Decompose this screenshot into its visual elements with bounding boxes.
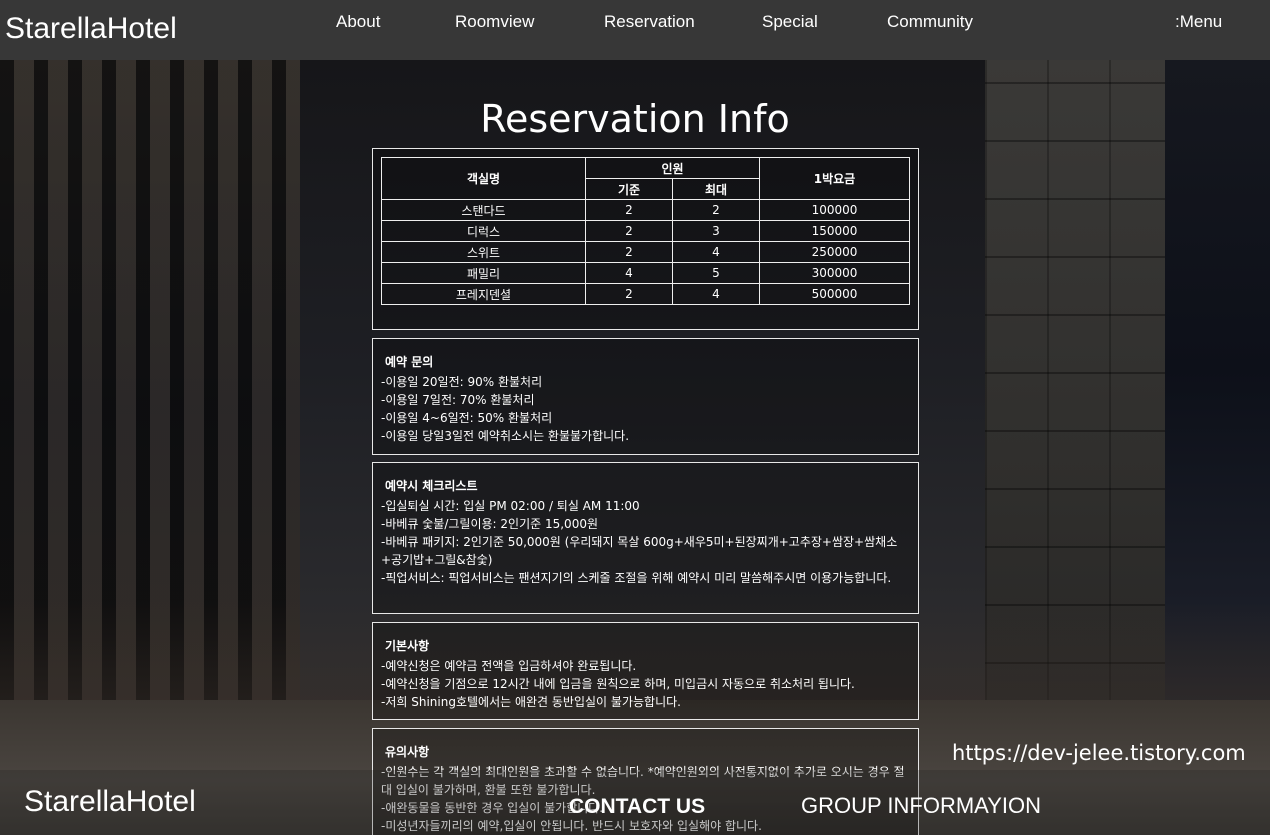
room-name: 프레지덴셜 (381, 283, 586, 305)
watermark-url: https://dev-jelee.tistory.com (952, 741, 1246, 765)
base-count: 2 (585, 199, 673, 221)
room-name: 디럭스 (381, 220, 586, 242)
max-count: 4 (672, 241, 760, 263)
header-room: 객실명 (381, 157, 586, 200)
footer-contact-link[interactable]: CONTACT US (569, 795, 705, 819)
section-line: -예약신청을 기점으로 12시간 내에 입금을 원칙으로 하며, 미입금시 자동… (381, 677, 855, 691)
section-line: -입실퇴실 시간: 입실 PM 02:00 / 퇴실 AM 11:00 (381, 499, 640, 513)
base-count: 2 (585, 241, 673, 263)
footer-group-info-link[interactable]: GROUP INFORMAYION (801, 793, 1041, 819)
room-name: 스위트 (381, 241, 586, 263)
section-line: -이용일 4~6일전: 50% 환불처리 (381, 411, 553, 425)
table-row: 스위트 2 4 250000 (381, 241, 910, 263)
section-line: -바베큐 숯불/그릴이용: 2인기준 15,000원 (381, 517, 599, 531)
max-count: 4 (672, 283, 760, 305)
max-count: 3 (672, 220, 760, 242)
section-line: -예약신청은 예약금 전액을 입금하셔야 완료됩니다. (381, 659, 637, 673)
refund-policy-box: 예약 문의 -이용일 20일전: 90% 환불처리 -이용일 7일전: 70% … (372, 338, 919, 455)
section-line: -저희 Shining호텔에서는 애완견 동반입실이 불가능합니다. (381, 695, 681, 709)
nav-about[interactable]: About (336, 12, 380, 32)
base-count: 4 (585, 262, 673, 284)
nav-reservation[interactable]: Reservation (604, 12, 695, 32)
base-count: 2 (585, 283, 673, 305)
nightly-price: 300000 (759, 262, 910, 284)
table-row: 패밀리 4 5 300000 (381, 262, 910, 284)
top-navigation-bar: StarellaHotel About Roomview Reservation… (0, 0, 1270, 60)
nav-community[interactable]: Community (887, 12, 973, 32)
section-body: -예약신청은 예약금 전액을 입금하셔야 완료됩니다. -예약신청을 기점으로 … (381, 657, 911, 711)
base-count: 2 (585, 220, 673, 242)
nightly-price: 100000 (759, 199, 910, 221)
section-title: 유의사항 (385, 745, 430, 759)
header-price: 1박요금 (759, 157, 910, 200)
checklist-box: 예약시 체크리스트 -입실퇴실 시간: 입실 PM 02:00 / 퇴실 AM … (372, 462, 919, 614)
header-base: 기준 (585, 178, 673, 200)
footer-brand[interactable]: StarellaHotel (24, 785, 196, 819)
brand-logo[interactable]: StarellaHotel (5, 12, 177, 46)
nightly-price: 500000 (759, 283, 910, 305)
nightly-price: 250000 (759, 241, 910, 263)
nightly-price: 150000 (759, 220, 910, 242)
table-row: 프레지덴셜 2 4 500000 (381, 283, 910, 305)
max-count: 2 (672, 199, 760, 221)
room-name: 패밀리 (381, 262, 586, 284)
rate-table: 객실명 인원 1박요금 기준 최대 스탠다드 2 2 100000 디럭스 2 … (381, 157, 910, 305)
section-line: -바베큐 패키지: 2인기준 50,000원 (우리돼지 목살 600g+새우5… (381, 535, 898, 567)
room-name: 스탠다드 (381, 199, 586, 221)
basics-box: 기본사항 -예약신청은 예약금 전액을 입금하셔야 완료됩니다. -예약신청을 … (372, 622, 919, 720)
max-count: 5 (672, 262, 760, 284)
section-title: 기본사항 (385, 639, 430, 653)
nav-special[interactable]: Special (762, 12, 818, 32)
section-line: -픽업서비스: 픽업서비스는 팬션지기의 스케줄 조절을 위해 예약시 미리 말… (381, 571, 892, 585)
section-body: -입실퇴실 시간: 입실 PM 02:00 / 퇴실 AM 11:00 -바베큐… (381, 497, 911, 587)
section-body: -이용일 20일전: 90% 환불처리 -이용일 7일전: 70% 환불처리 -… (381, 373, 911, 445)
section-title: 예약시 체크리스트 (385, 479, 478, 493)
header-max: 최대 (672, 178, 760, 200)
section-line: -이용일 7일전: 70% 환불처리 (381, 393, 535, 407)
table-row: 디럭스 2 3 150000 (381, 220, 910, 242)
section-title: 예약 문의 (385, 355, 434, 369)
menu-button[interactable]: :Menu (1175, 12, 1222, 32)
header-capacity: 인원 (585, 157, 760, 179)
rate-table-box: 객실명 인원 1박요금 기준 최대 스탠다드 2 2 100000 디럭스 2 … (372, 148, 919, 330)
nav-roomview[interactable]: Roomview (455, 12, 534, 32)
page-title: Reservation Info (480, 97, 790, 141)
section-line: -이용일 20일전: 90% 환불처리 (381, 375, 543, 389)
section-line: -이용일 당일3일전 예약취소시는 환불불가합니다. (381, 429, 630, 443)
table-row: 스탠다드 2 2 100000 (381, 199, 910, 221)
